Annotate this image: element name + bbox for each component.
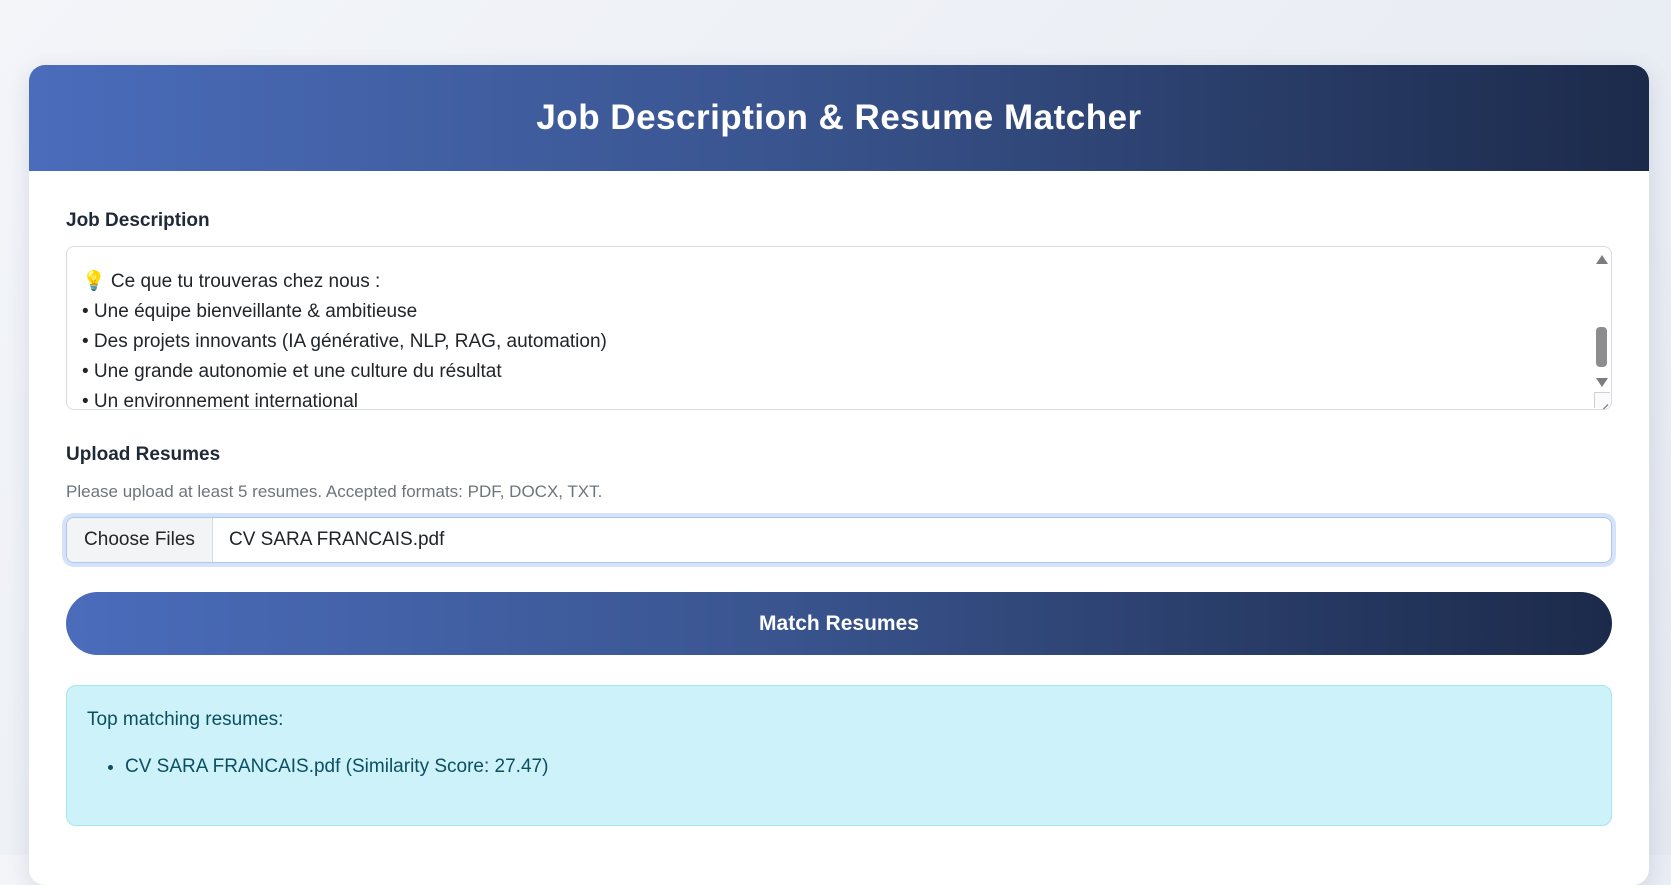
upload-resumes-label: Upload Resumes: [66, 444, 221, 465]
job-description-textarea[interactable]: 💡 Ce que tu trouveras chez nous : • Une …: [66, 246, 1612, 410]
resume-file-input[interactable]: Choose Files CV SARA FRANCAIS.pdf: [66, 517, 1612, 563]
results-title: Top matching resumes:: [87, 709, 284, 730]
scroll-down-arrow-icon[interactable]: [1596, 378, 1608, 387]
job-description-line: 💡 Ce que tu trouveras chez nous :: [82, 271, 381, 292]
resize-grip-icon[interactable]: [1594, 392, 1610, 408]
job-description-line: • Une équipe bienveillante & ambitieuse: [82, 301, 418, 322]
scrollbar-thumb[interactable]: [1596, 327, 1607, 367]
card-header: Job Description & Resume Matcher: [29, 65, 1649, 171]
choose-files-button[interactable]: Choose Files: [67, 518, 213, 562]
results-panel: Top matching resumes: CV SARA FRANCAIS.p…: [66, 685, 1612, 826]
job-description-line: • Un environnement international: [82, 391, 358, 410]
result-item: CV SARA FRANCAIS.pdf (Similarity Score: …: [125, 756, 1591, 778]
job-description-text: 💡 Ce que tu trouveras chez nous : • Une …: [82, 267, 1581, 410]
job-description-line: • Une grande autonomie et une culture du…: [82, 361, 502, 382]
match-resumes-button[interactable]: Match Resumes: [66, 592, 1612, 655]
textarea-scrollbar[interactable]: [1593, 249, 1609, 391]
matcher-card: Job Description & Resume Matcher Job Des…: [29, 65, 1649, 885]
page-title: Job Description & Resume Matcher: [536, 98, 1142, 137]
selected-file-name: CV SARA FRANCAIS.pdf: [229, 529, 445, 550]
upload-hint: Please upload at least 5 resumes. Accept…: [66, 482, 603, 501]
scroll-up-arrow-icon[interactable]: [1596, 255, 1608, 264]
card-body: Job Description 💡 Ce que tu trouveras ch…: [29, 210, 1649, 826]
job-description-line: • Des projets innovants (IA générative, …: [82, 331, 607, 352]
job-description-label: Job Description: [66, 210, 210, 231]
results-list: CV SARA FRANCAIS.pdf (Similarity Score: …: [87, 756, 1591, 778]
